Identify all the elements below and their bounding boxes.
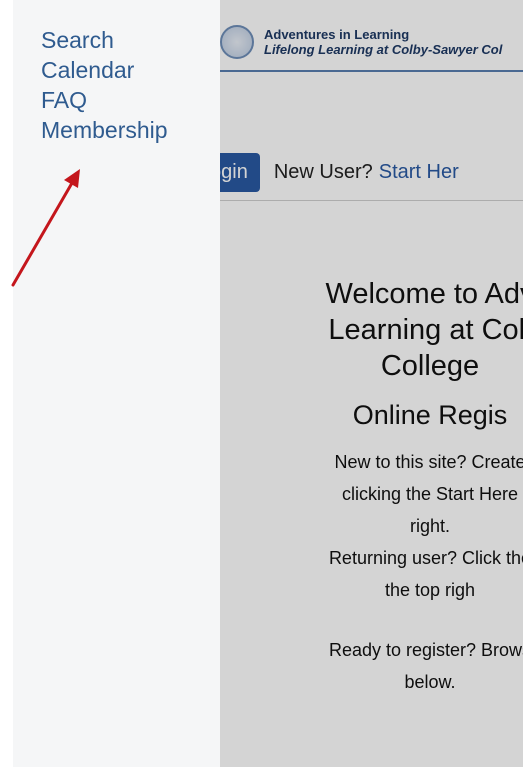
auth-bar: ogin New User? Start Her [200, 150, 523, 194]
register-line2: below. [404, 672, 456, 692]
new-user-line3: right. [409, 516, 451, 536]
new-user-line1: New to this site? Create [334, 452, 523, 472]
drawer-edge [0, 0, 13, 767]
drawer-item-calendar[interactable]: Calendar [41, 55, 168, 85]
welcome-heading-line2: Learning at Coll [328, 314, 523, 346]
welcome-section: Welcome to Adv Learning at Coll College … [240, 276, 523, 698]
new-user-instructions: New to this site? Create clicking the St… [240, 446, 523, 606]
app-frame: Adventures in Learning Lifelong Learning… [0, 0, 523, 767]
college-seal-icon [220, 25, 254, 59]
new-user-line2: clicking the Start Here [341, 484, 519, 504]
banner-subtitle: Lifelong Learning at Colby-Sawyer Col [264, 42, 503, 57]
site-banner[interactable]: Adventures in Learning Lifelong Learning… [212, 14, 523, 72]
register-instructions: Ready to register? Brows below. [240, 634, 523, 698]
drawer-item-faq[interactable]: FAQ [41, 85, 168, 115]
online-registration-heading: Online Regis [352, 400, 508, 430]
drawer-item-membership[interactable]: Membership [41, 115, 168, 145]
drawer-item-search[interactable]: Search [41, 25, 168, 55]
welcome-heading: Welcome to Adv Learning at Coll College [240, 276, 523, 384]
new-user-text: New User? [273, 160, 373, 183]
nav-drawer: Search Calendar FAQ Membership [0, 0, 220, 767]
returning-user-line2: the top righ [384, 580, 476, 600]
start-here-link[interactable]: Start Her [379, 161, 459, 184]
banner-title: Adventures in Learning [264, 27, 410, 42]
banner-text: Adventures in Learning Lifelong Learning… [264, 27, 502, 57]
auth-bar-divider [200, 200, 523, 201]
register-line1: Ready to register? Brows [328, 640, 523, 660]
welcome-heading-line3: College [380, 350, 480, 382]
welcome-heading-line1: Welcome to Adv [325, 278, 523, 310]
returning-user-line1: Returning user? Click the [328, 548, 523, 568]
drawer-menu: Search Calendar FAQ Membership [41, 25, 168, 145]
